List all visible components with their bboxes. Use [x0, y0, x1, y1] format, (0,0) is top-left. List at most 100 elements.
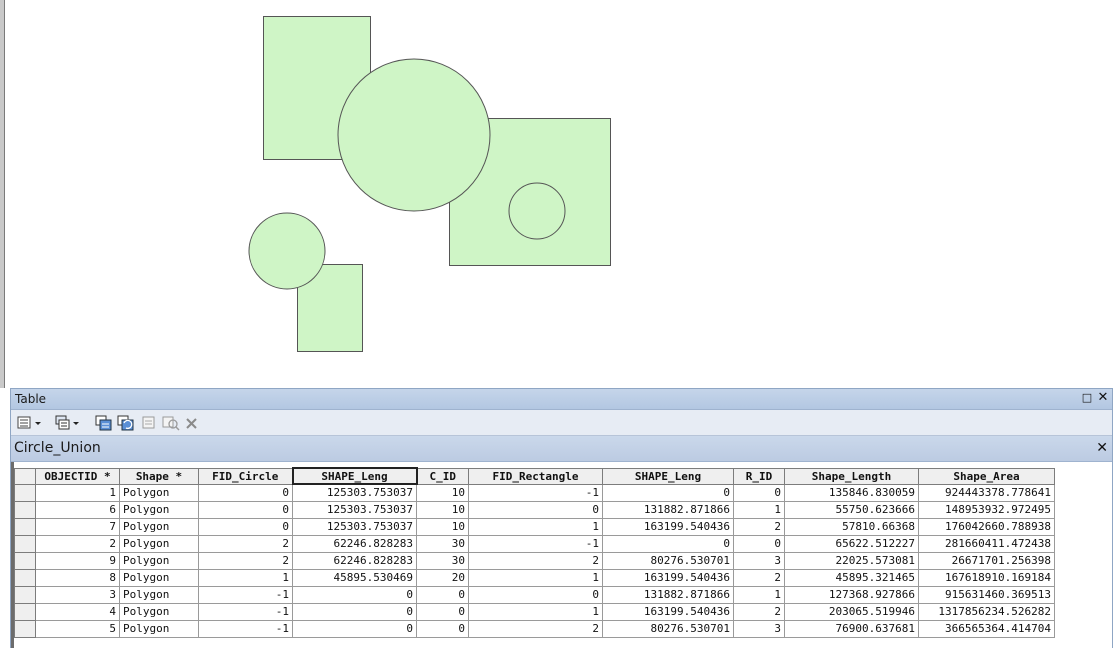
circle-feature[interactable]	[248, 212, 326, 290]
table-cell[interactable]: 65622.512227	[784, 534, 919, 553]
map-canvas[interactable]	[4, 0, 1115, 388]
column-header[interactable]: R_ID	[733, 467, 785, 485]
column-header[interactable]: Shape_Length	[784, 467, 919, 485]
row-selector[interactable]	[14, 551, 36, 570]
row-selector[interactable]	[14, 517, 36, 536]
table-cell[interactable]: 3	[733, 551, 785, 570]
table-cell[interactable]: 8	[35, 568, 120, 587]
row-selector[interactable]	[14, 619, 36, 638]
table-cell[interactable]: Polygon	[119, 551, 199, 570]
table-cell[interactable]: 0	[292, 585, 417, 604]
column-header[interactable]: C_ID	[416, 467, 469, 485]
table-cell[interactable]: 7	[35, 517, 120, 536]
attribute-grid[interactable]: OBJECTID * Shape * FID_Circle SHAPE_Leng C_I…	[11, 462, 1112, 648]
table-cell[interactable]: 45895.530469	[292, 568, 417, 587]
table-cell[interactable]: 76900.637681	[784, 619, 919, 638]
table-cell[interactable]: 131882.871866	[602, 585, 734, 604]
table-cell[interactable]: 30	[416, 551, 469, 570]
column-header[interactable]: SHAPE_Leng	[602, 467, 734, 485]
table-cell[interactable]: 176042660.788938	[918, 517, 1055, 536]
table-cell[interactable]: 2	[733, 602, 785, 621]
row-selector[interactable]	[14, 534, 36, 553]
row-selector[interactable]	[14, 602, 36, 621]
column-header[interactable]: Shape *	[119, 467, 199, 485]
table-cell[interactable]: -1	[198, 585, 293, 604]
switch-selection-icon[interactable]	[117, 415, 135, 431]
table-cell[interactable]: 80276.530701	[602, 619, 734, 638]
delete-selected-icon[interactable]	[185, 415, 199, 431]
table-cell[interactable]: 6	[35, 500, 120, 519]
table-cell[interactable]: Polygon	[119, 602, 199, 621]
row-selector[interactable]	[14, 585, 36, 604]
table-row[interactable]: 5 Polygon -1 0 0 2 80276.530701 3 76900.637681 36…	[14, 619, 1055, 638]
table-cell[interactable]: 10	[416, 517, 469, 536]
table-cell[interactable]: 0	[602, 483, 734, 502]
table-cell[interactable]: 9	[35, 551, 120, 570]
table-cell[interactable]: 2	[468, 551, 603, 570]
table-cell[interactable]: 924443378.778641	[918, 483, 1055, 502]
table-options-icon[interactable]	[17, 415, 43, 431]
table-cell[interactable]: 10	[416, 500, 469, 519]
maximize-button[interactable]: □	[1080, 391, 1094, 405]
table-cell[interactable]: 163199.540436	[602, 602, 734, 621]
table-cell[interactable]: 2	[35, 534, 120, 553]
table-cell[interactable]: 62246.828283	[292, 534, 417, 553]
column-header[interactable]: FID_Circle	[198, 467, 293, 485]
table-cell[interactable]: 20	[416, 568, 469, 587]
table-row[interactable]: 3 Polygon -1 0 0 0 131882.871866 1 127368.927866…	[14, 585, 1055, 604]
table-cell[interactable]: 366565364.414704	[918, 619, 1055, 638]
table-cell[interactable]: 2	[198, 551, 293, 570]
table-cell[interactable]: 0	[733, 483, 785, 502]
table-cell[interactable]: 5	[35, 619, 120, 638]
table-cell[interactable]: 30	[416, 534, 469, 553]
table-cell[interactable]: 131882.871866	[602, 500, 734, 519]
table-row[interactable]: 9 Polygon 2 62246.828283 30 2 80276.530701 3 220…	[14, 551, 1055, 570]
table-row[interactable]: 1 Polygon 0 125303.753037 10 -1 0 0 135846.83005…	[14, 483, 1055, 502]
tab-circle-union[interactable]: Circle_Union	[14, 440, 101, 456]
table-cell[interactable]: 0	[198, 483, 293, 502]
row-selector[interactable]	[14, 568, 36, 587]
table-row[interactable]: 7 Polygon 0 125303.753037 10 1 163199.540436 2 5…	[14, 517, 1055, 536]
table-cell[interactable]: -1	[198, 602, 293, 621]
table-cell[interactable]: 10	[416, 483, 469, 502]
table-cell[interactable]: 125303.753037	[292, 517, 417, 536]
table-cell[interactable]: 1	[468, 568, 603, 587]
table-cell[interactable]: Polygon	[119, 585, 199, 604]
table-cell[interactable]: 3	[733, 619, 785, 638]
table-cell[interactable]: 62246.828283	[292, 551, 417, 570]
table-cell[interactable]: 135846.830059	[784, 483, 919, 502]
table-cell[interactable]: 0	[468, 585, 603, 604]
table-window-title-bar[interactable]: Table □ ✕	[11, 388, 1112, 410]
table-cell[interactable]: 125303.753037	[292, 500, 417, 519]
table-cell[interactable]: 55750.623666	[784, 500, 919, 519]
table-cell[interactable]: 3	[35, 585, 120, 604]
select-by-attributes-icon[interactable]	[95, 415, 113, 431]
table-cell[interactable]: 22025.573081	[784, 551, 919, 570]
circle-feature[interactable]	[508, 182, 566, 240]
table-cell[interactable]: 2	[733, 517, 785, 536]
table-cell[interactable]: Polygon	[119, 483, 199, 502]
table-cell[interactable]: 1	[468, 517, 603, 536]
table-cell[interactable]: 2	[733, 568, 785, 587]
table-cell[interactable]: 281660411.472438	[918, 534, 1055, 553]
table-cell[interactable]: 203065.519946	[784, 602, 919, 621]
table-cell[interactable]: 915631460.369513	[918, 585, 1055, 604]
row-selector-header[interactable]	[14, 467, 36, 485]
table-cell[interactable]: Polygon	[119, 568, 199, 587]
table-cell[interactable]: 2	[468, 619, 603, 638]
table-cell[interactable]: Polygon	[119, 500, 199, 519]
table-cell[interactable]: 0	[292, 602, 417, 621]
table-cell[interactable]: 0	[733, 534, 785, 553]
table-cell[interactable]: 148953932.972495	[918, 500, 1055, 519]
table-cell[interactable]: 0	[292, 619, 417, 638]
column-header[interactable]: FID_Rectangle	[468, 467, 603, 485]
table-cell[interactable]: 1	[733, 585, 785, 604]
table-cell[interactable]: 0	[468, 500, 603, 519]
table-cell[interactable]: 0	[416, 602, 469, 621]
table-cell[interactable]: 0	[416, 585, 469, 604]
table-cell[interactable]: 4	[35, 602, 120, 621]
table-cell[interactable]: 163199.540436	[602, 568, 734, 587]
table-cell[interactable]: Polygon	[119, 517, 199, 536]
table-cell[interactable]: 1	[198, 568, 293, 587]
column-header[interactable]: Shape_Area	[918, 467, 1055, 485]
